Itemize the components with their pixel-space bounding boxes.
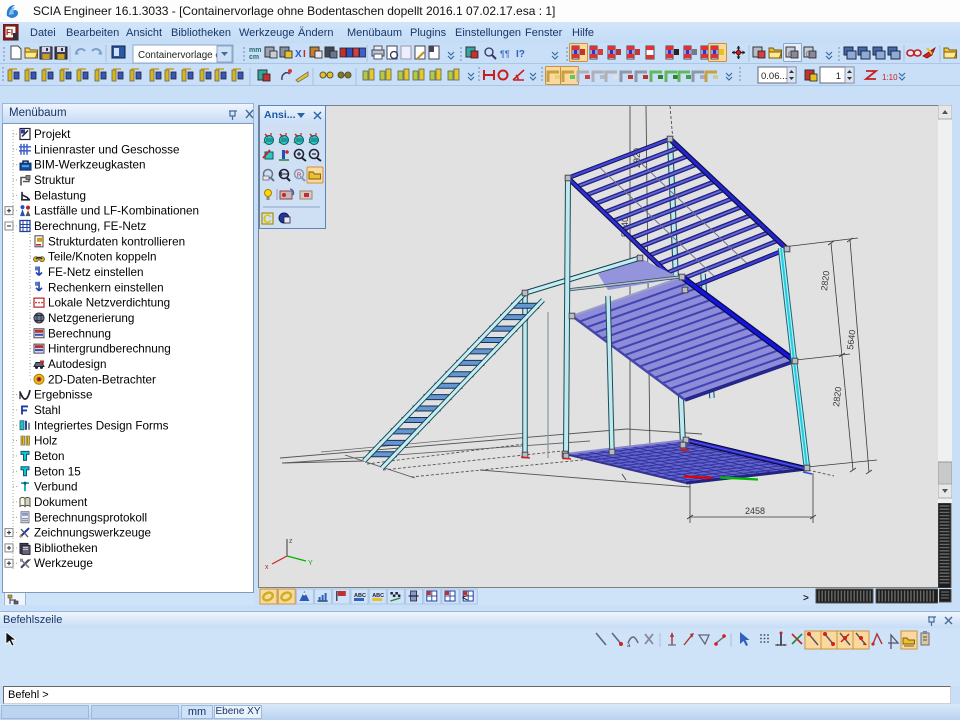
svg-text:Dokument: Dokument <box>34 496 88 509</box>
svg-text:2820: 2820 <box>831 386 843 407</box>
svg-text:Zeichnungswerkzeuge: Zeichnungswerkzeuge <box>34 527 151 540</box>
svg-text:I: I <box>303 49 306 60</box>
svg-text:Integriertes Design Forms: Integriertes Design Forms <box>34 419 169 432</box>
svg-text:1: 1 <box>836 71 841 82</box>
svg-text:FE-Netz einstellen: FE-Netz einstellen <box>48 266 144 279</box>
svg-text:cm: cm <box>249 54 259 61</box>
svg-text:Teile/Knoten koppeln: Teile/Knoten koppeln <box>48 251 157 264</box>
svg-text:Bibliotheken: Bibliotheken <box>34 542 98 555</box>
svg-text:<: < <box>462 593 468 604</box>
svg-text:Berechnung, FE-Netz: Berechnung, FE-Netz <box>34 220 147 233</box>
svg-text:1:10: 1:10 <box>882 73 898 82</box>
svg-text:2D-Daten-Betrachter: 2D-Daten-Betrachter <box>48 373 156 386</box>
svg-text:x: x <box>265 564 269 571</box>
svg-text:Stahl: Stahl <box>34 404 61 417</box>
svg-text:a: a <box>627 643 631 649</box>
svg-text:6: 6 <box>788 50 793 59</box>
svg-text:Lastfälle und LF-Kombinationen: Lastfälle und LF-Kombinationen <box>34 205 199 218</box>
svg-text:Beton 15: Beton 15 <box>34 465 81 478</box>
svg-text:R: R <box>297 173 302 179</box>
svg-text:Werkzeuge: Werkzeuge <box>34 557 93 570</box>
svg-text:Berechnungsprotokoll: Berechnungsprotokoll <box>34 511 147 524</box>
svg-text:Ergebnisse: Ergebnisse <box>34 389 92 402</box>
svg-text:Lokale Netzverdichtung: Lokale Netzverdichtung <box>48 297 170 310</box>
svg-text:Verbund: Verbund <box>34 481 78 494</box>
svg-text:Holz: Holz <box>34 435 58 448</box>
svg-text:>: > <box>803 593 809 604</box>
svg-text:2458: 2458 <box>745 506 765 516</box>
svg-text:Linienraster und Geschosse: Linienraster und Geschosse <box>34 143 180 156</box>
svg-text:mm: mm <box>249 47 261 54</box>
svg-text:Y: Y <box>308 560 313 567</box>
svg-text:I?: I? <box>516 49 525 60</box>
svg-text:5640: 5640 <box>845 329 857 350</box>
svg-text:0.06...: 0.06... <box>761 71 787 82</box>
svg-text:z: z <box>289 538 293 545</box>
svg-text:Strukturdaten kontrollieren: Strukturdaten kontrollieren <box>48 235 185 248</box>
svg-text:BIM-Werkzeugkasten: BIM-Werkzeugkasten <box>34 159 146 172</box>
svg-text:Rechenkern einstellen: Rechenkern einstellen <box>48 281 164 294</box>
svg-text:Hintergrundberechnung: Hintergrundberechnung <box>48 343 171 356</box>
svg-text:0: 0 <box>806 50 811 59</box>
svg-text:2820: 2820 <box>819 270 831 291</box>
svg-text:X: X <box>295 49 302 60</box>
svg-text:Projekt: Projekt <box>34 128 71 141</box>
svg-text:Belastung: Belastung <box>34 189 86 202</box>
svg-text:Containervorlage o: Containervorlage o <box>138 50 221 61</box>
svg-text:Beton: Beton <box>34 450 65 463</box>
svg-text:Netzgenerierung: Netzgenerierung <box>48 312 134 325</box>
svg-text:Berechnung: Berechnung <box>48 327 111 340</box>
svg-text:Struktur: Struktur <box>34 174 75 187</box>
svg-text:Autodesign: Autodesign <box>48 358 106 371</box>
svg-text:¶¶: ¶¶ <box>500 49 510 59</box>
svg-text:FI: FI <box>6 28 13 37</box>
